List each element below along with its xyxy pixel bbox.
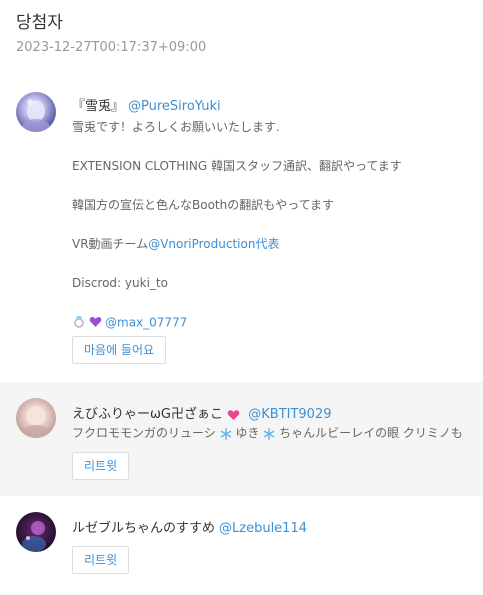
bio-text: ちゃんルビーレイの眼 クリミノも — [279, 426, 463, 440]
bio-line: EXTENSION CLOTHING 韓国スタッフ通訳、翻訳やってます — [72, 159, 402, 173]
bio-text: フクロモモンガのリューシ — [72, 426, 216, 440]
bio-line: Discrod: yuki_to — [72, 276, 168, 290]
avatar[interactable] — [16, 92, 56, 132]
bio-text: ゆき — [235, 426, 260, 440]
user-handle-link[interactable]: @Lzebule114 — [219, 521, 307, 536]
retweet-button[interactable]: 리트윗 — [72, 546, 130, 574]
avatar[interactable] — [16, 398, 56, 438]
user-bio: 雪兎です！よろしくお願いいたします. EXTENSION CLOTHING 韓国… — [72, 120, 482, 330]
retweet-button[interactable]: 리트윗 — [72, 452, 130, 480]
bio-line: @max_07777 — [72, 314, 187, 330]
bio-line: 韓国方の宣伝と色んなBoothの翻訳もやってます — [72, 198, 335, 212]
mention-link[interactable]: @max_07777 — [105, 316, 187, 330]
display-name: えびふりゃーωG卍ざぁこ — [72, 407, 223, 422]
purple-heart-icon — [89, 315, 102, 331]
winner-entry: 『雪兎』 @PureSiroYuki 雪兎です！よろしくお願いいたします. EXT… — [0, 76, 483, 376]
winner-entry: えびふりゃーωG卍ざぁこ @KBTIT9029 フクロモモンガのリューシ ゆき — [0, 382, 483, 496]
draw-timestamp: 2023-12-27T00:17:37+09:00 — [16, 40, 207, 55]
user-name-line: ルゼブルちゃんのすすめ @Lzebule114 — [72, 517, 307, 536]
user-handle-link[interactable]: @KBTIT9029 — [248, 407, 331, 422]
display-name: 『雪兎』 — [72, 99, 125, 114]
display-name: ルゼブルちゃんのすすめ — [72, 521, 216, 536]
ring-icon — [72, 314, 86, 330]
snowflake-icon — [216, 426, 236, 440]
pink-heart-icon — [223, 407, 244, 422]
snowflake-icon — [259, 426, 279, 440]
page-title: 당첨자 — [16, 13, 63, 33]
user-name-line: 『雪兎』 @PureSiroYuki — [72, 95, 221, 114]
user-name-line: えびふりゃーωG卍ざぁこ @KBTIT9029 — [72, 403, 332, 422]
like-button[interactable]: 마음에 들어요 — [72, 336, 167, 364]
bio-text: VR動画チーム — [72, 237, 149, 251]
bio-line: 雪兎です！よろしくお願いいたします. — [72, 120, 280, 134]
winner-entry: ルゼブルちゃんのすすめ @Lzebule114 리트윗 — [0, 496, 483, 595]
user-handle-link[interactable]: @PureSiroYuki — [128, 99, 221, 114]
mention-link[interactable]: @VnoriProduction代表 — [148, 237, 279, 251]
user-bio: フクロモモンガのリューシ ゆき ちゃんルビーレイの眼 クリミノも — [72, 426, 482, 444]
avatar[interactable] — [16, 512, 56, 552]
bio-line: フクロモモンガのリューシ ゆき ちゃんルビーレイの眼 クリミノも — [72, 426, 463, 441]
bio-line: VR動画チーム@VnoriProduction代表 — [72, 237, 279, 252]
